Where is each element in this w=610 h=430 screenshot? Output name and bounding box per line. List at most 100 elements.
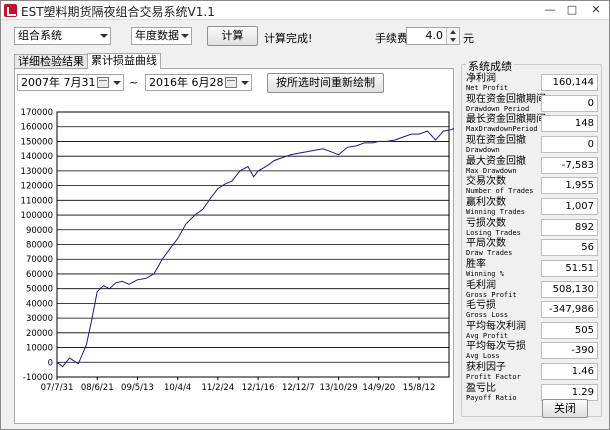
stat-label: 平均每次利润 <box>466 321 526 332</box>
stat-label: 赢利次数 <box>466 197 506 208</box>
stat-label-en: Profit Factor <box>466 373 521 381</box>
start-date-value: 2007年 7月31日 <box>21 76 107 89</box>
y-tick-label: 110000 <box>21 196 53 206</box>
x-tick-label: 07/7/31 <box>41 383 74 393</box>
stat-row: 胜率 Winning % 51.51 <box>466 260 598 280</box>
stat-label: 毛利润 <box>466 280 496 291</box>
results-title: 系统成绩 <box>466 58 514 74</box>
x-tick-label: 08/6/21 <box>81 383 114 393</box>
end-date-picker[interactable]: 2016年 6月28日 <box>145 74 252 91</box>
spin-arrows-icon[interactable] <box>446 28 459 44</box>
redraw-button[interactable]: 按所选时间重新绘制 <box>267 73 384 93</box>
stat-row: 毛利润 Gross Profit 508,130 <box>466 281 598 301</box>
app-window: EST塑料期货隔夜组合交易系统V1.1 — □ ✕ 组合系统 年度数据 计算 计… <box>0 0 610 430</box>
y-tick-label: 80000 <box>26 241 53 251</box>
app-logo-icon <box>4 4 17 17</box>
stat-label-en: Drawdown <box>466 146 500 154</box>
stat-row: 赢利次数 Winning Trades 1,007 <box>466 198 598 218</box>
maximize-icon[interactable]: □ <box>559 1 585 20</box>
stat-row: 最长资金回撤期间 MaxDrawdownPeriod 148 <box>466 115 598 135</box>
stat-row: 现在资金回撤期间 Drawdown Period 0 <box>466 95 598 115</box>
y-tick-label: 20000 <box>26 329 53 339</box>
y-tick-label: 40000 <box>26 299 53 309</box>
close-window-icon[interactable]: ✕ <box>583 1 609 20</box>
stat-value: 892 <box>541 219 598 236</box>
stat-label-en: MaxDrawdownPeriod <box>466 125 538 133</box>
window-title: EST塑料期货隔夜组合交易系统V1.1 <box>21 5 215 19</box>
stat-label: 最大资金回撤 <box>466 156 526 167</box>
stat-value: -347,986 <box>541 301 598 318</box>
stat-label-en: Avg Loss <box>466 352 500 360</box>
stat-row: 毛亏损 Gross Loss -347,986 <box>466 301 598 321</box>
stat-value: 160,144 <box>541 74 598 91</box>
y-tick-label: 60000 <box>26 270 53 280</box>
period-select-value: 年度数据 <box>135 29 179 42</box>
stat-label-en: Draw Trades <box>466 249 513 257</box>
stat-label: 盈亏比 <box>466 383 496 394</box>
stat-label: 获利因子 <box>466 362 506 373</box>
y-tick-label: 100000 <box>21 211 53 221</box>
stat-label-en: Net Profit <box>466 84 509 92</box>
stat-label-en: Losing Trades <box>466 229 521 237</box>
stat-value: 505 <box>541 322 598 339</box>
calendar-icon <box>97 77 109 88</box>
stat-label: 交易次数 <box>466 176 506 187</box>
stat-label-en: Winning Trades <box>466 208 526 216</box>
y-tick-label: 130000 <box>21 167 53 177</box>
y-tick-label: 170000 <box>21 108 53 118</box>
system-select-value: 组合系统 <box>18 29 62 42</box>
chevron-down-icon <box>177 28 191 44</box>
stat-value: 56 <box>541 239 598 256</box>
y-tick-label: 160000 <box>21 123 53 133</box>
stat-value: 0 <box>541 95 598 112</box>
stat-label-en: Payoff Ratio <box>466 394 517 402</box>
close-button[interactable]: 关闭 <box>542 399 588 418</box>
y-tick-label: 10000 <box>26 344 53 354</box>
stat-label: 毛亏损 <box>466 300 496 311</box>
y-tick-label: 120000 <box>21 182 53 192</box>
status-text: 计算完成! <box>264 32 313 45</box>
stat-label: 平局次数 <box>466 238 506 249</box>
period-select[interactable]: 年度数据 <box>131 27 192 45</box>
chevron-down-icon <box>96 28 110 44</box>
stat-value: 51.51 <box>541 260 598 277</box>
stat-row: 净利润 Net Profit 160,144 <box>466 74 598 94</box>
y-tick-label: 70000 <box>26 255 53 265</box>
stat-label: 净利润 <box>466 73 496 84</box>
system-select[interactable]: 组合系统 <box>14 27 111 45</box>
stat-row: 获利因子 Profit Factor 1.46 <box>466 363 598 383</box>
stat-row: 交易次数 Number of Trades 1,955 <box>466 177 598 197</box>
stat-row: 现在资金回撤 Drawdown 0 <box>466 136 598 156</box>
start-date-picker[interactable]: 2007年 7月31日 <box>17 74 124 91</box>
calculate-button[interactable]: 计算 <box>207 26 258 46</box>
stat-value: 1.46 <box>541 363 598 380</box>
x-tick-label: 13/10/29 <box>319 383 357 393</box>
cumulative-pnl-chart: 170000 160000 150000 140000 130000 120000 1100… <box>21 108 454 393</box>
x-tick-label: 12/1/16 <box>242 383 275 393</box>
y-tick-label: 140000 <box>21 152 53 162</box>
stat-label: 胜率 <box>466 259 486 270</box>
tab-cumulative-curve[interactable]: 累计损益曲线 <box>87 53 161 69</box>
calendar-icon <box>225 77 237 88</box>
x-tick-label: 09/5/13 <box>121 383 154 393</box>
x-tick-label: 11/2/24 <box>201 383 234 393</box>
x-tick-label: 12/12/7 <box>282 383 315 393</box>
fee-stepper[interactable]: 4.0 <box>406 27 460 45</box>
stat-label-en: Gross Loss <box>466 311 509 319</box>
chevron-down-icon <box>241 81 249 85</box>
x-tick-label: 14/9/20 <box>362 383 395 393</box>
tab-detail-results[interactable]: 详细检验结果 <box>14 54 88 69</box>
y-tick-label: 0 <box>48 358 53 368</box>
stat-value: 508,130 <box>541 281 598 298</box>
fee-value: 4.0 <box>425 29 444 42</box>
stat-label-en: Max Drawdown <box>466 167 517 175</box>
fee-unit: 元 <box>463 32 474 45</box>
stat-label-en: Number of Trades <box>466 187 534 195</box>
stat-label: 现在资金回撤 <box>466 135 526 146</box>
y-tick-label: 50000 <box>26 285 53 295</box>
x-tick-label: 10/4/4 <box>164 383 191 393</box>
stat-row: 平均每次亏损 Avg Loss -390 <box>466 342 598 362</box>
stat-value: -390 <box>541 342 598 359</box>
stat-row: 亏损次数 Losing Trades 892 <box>466 219 598 239</box>
fee-label: 手续费 <box>375 32 408 45</box>
